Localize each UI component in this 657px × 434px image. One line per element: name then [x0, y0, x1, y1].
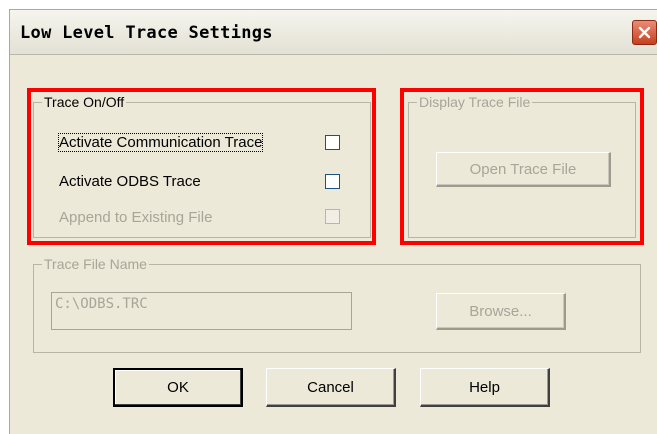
trace-file-name-legend: Trace File Name: [42, 256, 149, 272]
close-button[interactable]: [632, 20, 657, 45]
trace-file-name-input: C:\ODBS.TRC: [51, 292, 352, 330]
trace-settings-dialog: Low Level Trace Settings Trace On/Off Ac…: [9, 9, 657, 434]
help-button[interactable]: Help: [420, 368, 550, 407]
highlight-box-display-trace-file: [400, 88, 644, 245]
close-icon: [638, 26, 651, 39]
highlight-box-trace-on-off: [27, 88, 376, 245]
cancel-button[interactable]: Cancel: [266, 368, 396, 407]
ok-button[interactable]: OK: [113, 368, 243, 407]
browse-button: Browse...: [436, 293, 566, 330]
dialog-title: Low Level Trace Settings: [20, 23, 273, 43]
title-bar[interactable]: Low Level Trace Settings: [10, 10, 657, 55]
